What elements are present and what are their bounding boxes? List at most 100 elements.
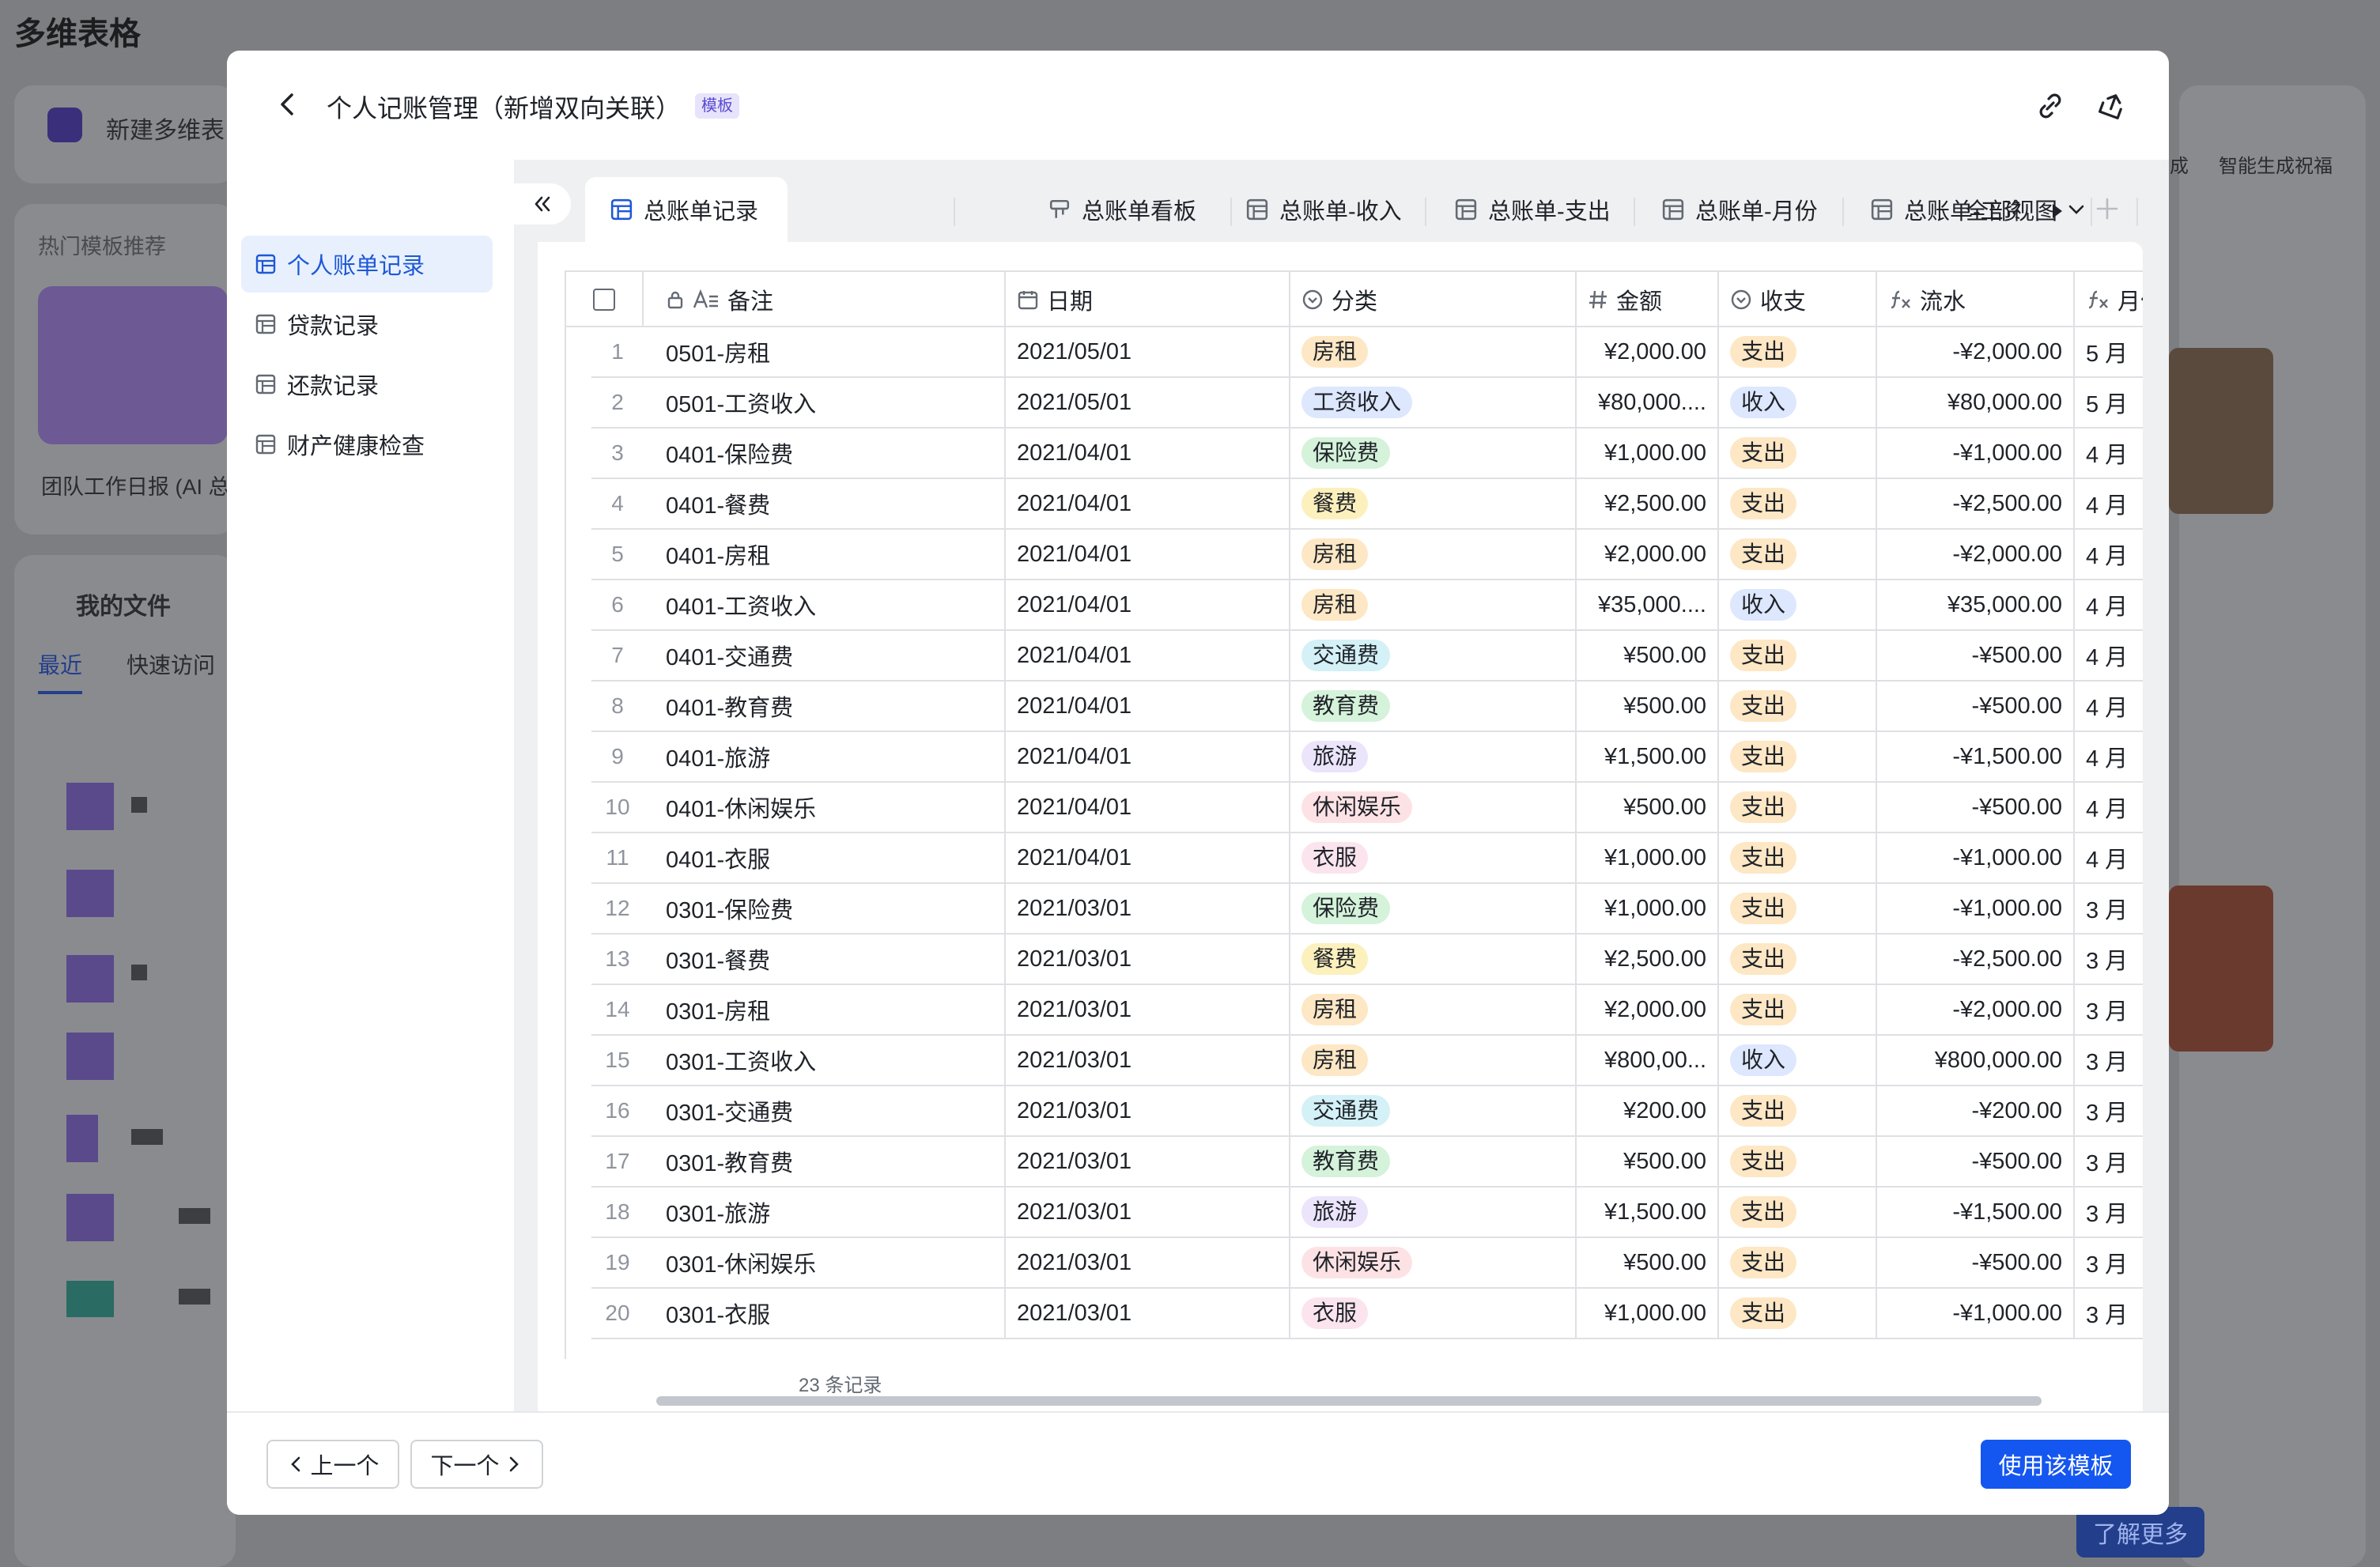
cell-note[interactable]: 0301-教育费 <box>644 1137 1006 1188</box>
cell-flow[interactable]: -¥200.00 <box>1877 1086 2075 1137</box>
cell-amount[interactable]: ¥1,500.00 <box>1577 732 1719 783</box>
cell-inout[interactable]: 支出 <box>1719 783 1877 833</box>
cell-amount[interactable]: ¥800,00... <box>1577 1036 1719 1086</box>
cell-amount[interactable]: ¥35,000.... <box>1577 580 1719 631</box>
cell-category[interactable]: 休闲娱乐 <box>1290 1238 1577 1289</box>
cell-flow[interactable]: -¥1,000.00 <box>1877 1289 2075 1339</box>
cell-date[interactable]: 2021/04/01 <box>1006 580 1290 631</box>
cell-month[interactable]: 4 月 <box>2075 479 2143 530</box>
cell-category[interactable]: 餐费 <box>1290 479 1577 530</box>
cell-flow[interactable]: ¥35,000.00 <box>1877 580 2075 631</box>
tab-recent[interactable]: 最近 <box>38 648 82 680</box>
cell-note[interactable]: 0301-衣服 <box>644 1289 1006 1339</box>
cell-flow[interactable]: ¥80,000.00 <box>1877 378 2075 429</box>
cell-inout[interactable]: 支出 <box>1719 884 1877 935</box>
cell-date[interactable]: 2021/03/01 <box>1006 1289 1290 1339</box>
cell-flow[interactable]: -¥2,000.00 <box>1877 985 2075 1036</box>
table-row[interactable]: 20 0301-衣服 2021/03/01 衣服 ¥1,000.00 支出 -¥1,000.… <box>566 1289 2143 1339</box>
table-row[interactable]: 11 0401-衣服 2021/04/01 衣服 ¥1,000.00 支出 -¥1,000.… <box>566 833 2143 884</box>
column-header-category[interactable]: 分类 <box>1290 272 1577 327</box>
table-row[interactable]: 14 0301-房租 2021/03/01 房租 ¥2,000.00 支出 -¥2,000.… <box>566 985 2143 1036</box>
cell-date[interactable]: 2021/03/01 <box>1006 1188 1290 1238</box>
cell-date[interactable]: 2021/04/01 <box>1006 783 1290 833</box>
cell-note[interactable]: 0401-保险费 <box>644 429 1006 479</box>
cell-note[interactable]: 0301-工资收入 <box>644 1036 1006 1086</box>
cell-date[interactable]: 2021/04/01 <box>1006 732 1290 783</box>
cell-note[interactable]: 0501-工资收入 <box>644 378 1006 429</box>
column-header-date[interactable]: 日期 <box>1006 272 1290 327</box>
tab-monthly[interactable]: 总账单-月份 <box>1662 177 1836 242</box>
cell-month[interactable]: 4 月 <box>2075 580 2143 631</box>
table-row[interactable]: 12 0301-保险费 2021/03/01 保险费 ¥1,000.00 支出 -¥1,00… <box>566 884 2143 935</box>
cell-note[interactable]: 0401-休闲娱乐 <box>644 783 1006 833</box>
cell-inout[interactable]: 支出 <box>1719 327 1877 378</box>
cell-date[interactable]: 2021/03/01 <box>1006 985 1290 1036</box>
cell-amount[interactable]: ¥1,500.00 <box>1577 1188 1719 1238</box>
cell-category[interactable]: 房租 <box>1290 1036 1577 1086</box>
cell-category[interactable]: 工资收入 <box>1290 378 1577 429</box>
cell-inout[interactable]: 支出 <box>1719 429 1877 479</box>
cell-amount[interactable]: ¥1,000.00 <box>1577 884 1719 935</box>
cell-flow[interactable]: -¥1,000.00 <box>1877 833 2075 884</box>
cell-month[interactable]: 4 月 <box>2075 682 2143 732</box>
cell-flow[interactable]: ¥800,000.00 <box>1877 1036 2075 1086</box>
collapse-sidebar-button[interactable] <box>514 183 571 225</box>
cell-flow[interactable]: -¥1,000.00 <box>1877 429 2075 479</box>
cell-note[interactable]: 0401-衣服 <box>644 833 1006 884</box>
cell-amount[interactable]: ¥500.00 <box>1577 1238 1719 1289</box>
cell-month[interactable]: 5 月 <box>2075 378 2143 429</box>
cell-flow[interactable]: -¥500.00 <box>1877 783 2075 833</box>
cell-month[interactable]: 4 月 <box>2075 530 2143 580</box>
table-row[interactable]: 3 0401-保险费 2021/04/01 保险费 ¥1,000.00 支出 -¥1,000… <box>566 429 2143 479</box>
cell-inout[interactable]: 支出 <box>1719 1086 1877 1137</box>
cell-category[interactable]: 保险费 <box>1290 429 1577 479</box>
cell-amount[interactable]: ¥2,000.00 <box>1577 530 1719 580</box>
share-icon[interactable] <box>2095 89 2129 123</box>
cell-inout[interactable]: 支出 <box>1719 530 1877 580</box>
tab-all-bills[interactable]: 总账单记录 <box>585 177 788 242</box>
cell-date[interactable]: 2021/04/01 <box>1006 429 1290 479</box>
table-row[interactable]: 10 0401-休闲娱乐 2021/04/01 休闲娱乐 ¥500.00 支出 -¥500.… <box>566 783 2143 833</box>
cell-note[interactable]: 0301-休闲娱乐 <box>644 1238 1006 1289</box>
table-row[interactable]: 4 0401-餐费 2021/04/01 餐费 ¥2,500.00 支出 -¥2,500.0… <box>566 479 2143 530</box>
cell-category[interactable]: 教育费 <box>1290 1137 1577 1188</box>
cell-inout[interactable]: 支出 <box>1719 631 1877 682</box>
next-button[interactable]: 下一个 <box>410 1440 543 1489</box>
table-row[interactable]: 1 0501-房租 2021/05/01 房租 ¥2,000.00 支出 -¥2,000.0… <box>566 327 2143 378</box>
cell-amount[interactable]: ¥500.00 <box>1577 783 1719 833</box>
cell-flow[interactable]: -¥500.00 <box>1877 682 2075 732</box>
sidebar-item-personal-bills[interactable]: 个人账单记录 <box>241 236 493 293</box>
table-row[interactable]: 7 0401-交通费 2021/04/01 交通费 ¥500.00 支出 -¥500.00 4… <box>566 631 2143 682</box>
cell-inout[interactable]: 支出 <box>1719 1137 1877 1188</box>
cell-month[interactable]: 3 月 <box>2075 935 2143 985</box>
use-template-button[interactable]: 使用该模板 <box>1981 1440 2131 1489</box>
cell-inout[interactable]: 支出 <box>1719 732 1877 783</box>
cell-category[interactable]: 保险费 <box>1290 884 1577 935</box>
cell-month[interactable]: 4 月 <box>2075 429 2143 479</box>
column-header-month[interactable]: 月份 <box>2075 272 2143 327</box>
tab-expense[interactable]: 总账单-支出 <box>1455 177 1629 242</box>
cell-date[interactable]: 2021/03/01 <box>1006 935 1290 985</box>
cell-flow[interactable]: -¥2,500.00 <box>1877 479 2075 530</box>
all-views-dropdown[interactable] <box>2124 177 2155 242</box>
cell-date[interactable]: 2021/03/01 <box>1006 884 1290 935</box>
table-row[interactable]: 2 0501-工资收入 2021/05/01 工资收入 ¥80,000.... 收入 ¥80… <box>566 378 2143 429</box>
column-header-inout[interactable]: 收支 <box>1719 272 1877 327</box>
cell-flow[interactable]: -¥1,500.00 <box>1877 1188 2075 1238</box>
cell-flow[interactable]: -¥2,500.00 <box>1877 935 2075 985</box>
cell-flow[interactable]: -¥500.00 <box>1877 1137 2075 1188</box>
cell-date[interactable]: 2021/03/01 <box>1006 1137 1290 1188</box>
cell-note[interactable]: 0401-教育费 <box>644 682 1006 732</box>
cell-category[interactable]: 衣服 <box>1290 833 1577 884</box>
cell-date[interactable]: 2021/05/01 <box>1006 378 1290 429</box>
cell-note[interactable]: 0501-房租 <box>644 327 1006 378</box>
cell-category[interactable]: 交通费 <box>1290 1086 1577 1137</box>
cell-inout[interactable]: 收入 <box>1719 1036 1877 1086</box>
cell-date[interactable]: 2021/03/01 <box>1006 1238 1290 1289</box>
cell-category[interactable]: 餐费 <box>1290 935 1577 985</box>
cell-inout[interactable]: 支出 <box>1719 479 1877 530</box>
cell-amount[interactable]: ¥1,000.00 <box>1577 429 1719 479</box>
cell-flow[interactable]: -¥2,000.00 <box>1877 530 2075 580</box>
cell-category[interactable]: 房租 <box>1290 530 1577 580</box>
cell-category[interactable]: 旅游 <box>1290 1188 1577 1238</box>
